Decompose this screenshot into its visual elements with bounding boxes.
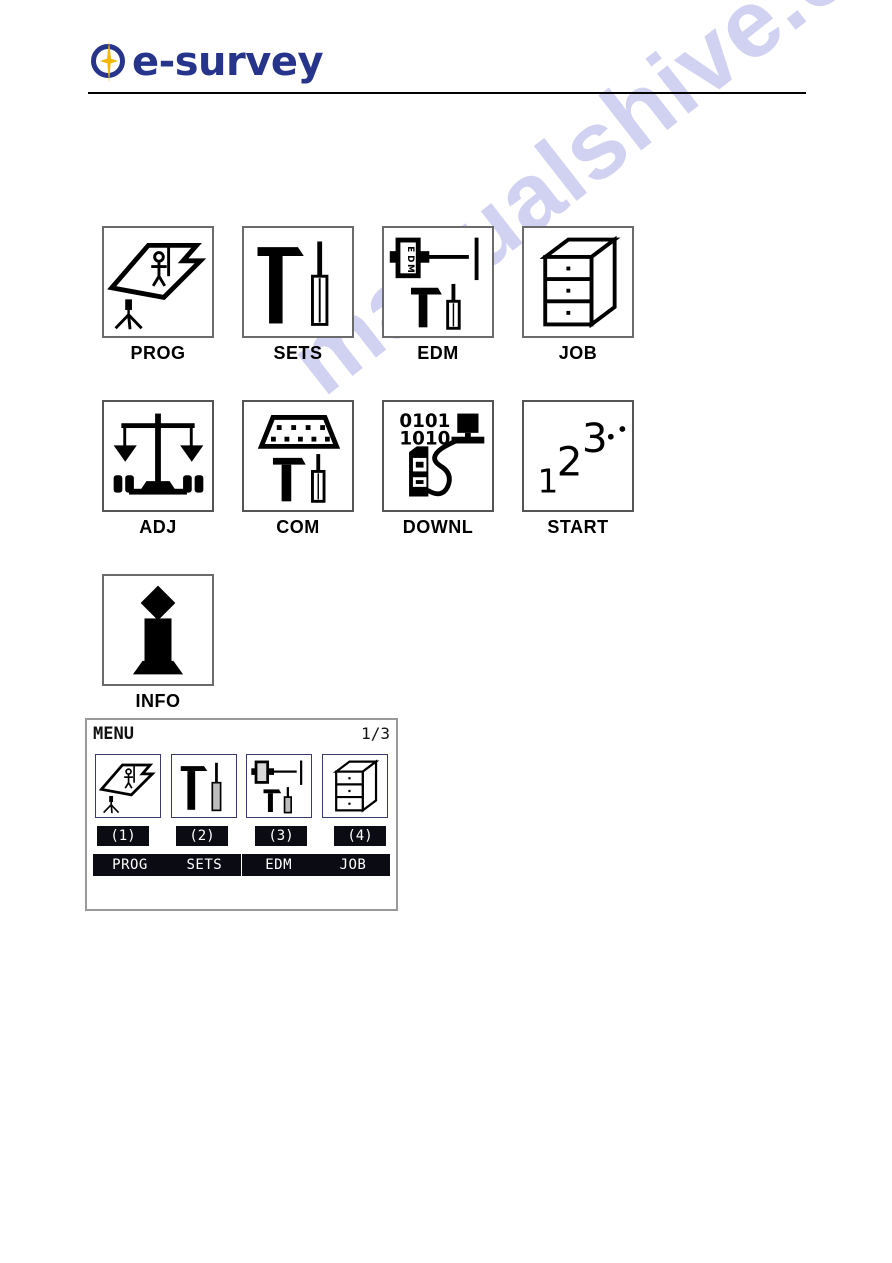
- compass-star-icon: [88, 39, 134, 85]
- icon-item-edm[interactable]: E D M EDM: [368, 226, 508, 364]
- icon-grid: PROG SETS E D M EDM JOB ADJ COM 0101 101…: [88, 226, 708, 748]
- balance-scale-adj-icon: [102, 400, 214, 512]
- lcd-title: MENU: [93, 724, 134, 744]
- number-badge-4[interactable]: (4): [334, 826, 386, 846]
- soft-key-prog[interactable]: PROG: [93, 854, 167, 876]
- soft-key-edm[interactable]: EDM: [241, 854, 316, 876]
- icon-label: EDM: [417, 343, 459, 363]
- lcd-menu-panel: MENU 1/3 (1) (2) (3) (4) PROG SETS EDM J…: [85, 718, 398, 911]
- icon-item-downl[interactable]: 0101 1010 DOWNL: [368, 400, 508, 538]
- svg-text:E: E: [405, 246, 415, 252]
- page-root: manualshive.com e-survey PROG SETS E D M…: [0, 0, 892, 1263]
- number-badge-3[interactable]: (3): [255, 826, 307, 846]
- icon-row-1: PROG SETS E D M EDM JOB: [88, 226, 708, 364]
- lcd-icon-row: [93, 754, 390, 818]
- edm-beam-tools-icon: E D M: [382, 226, 494, 338]
- lcd-edm-beam-tools-icon[interactable]: [246, 754, 313, 818]
- lcd-number-badges: (1) (2) (3) (4): [93, 826, 390, 846]
- icon-label: INFO: [135, 691, 181, 711]
- soft-key-sets[interactable]: SETS: [167, 854, 242, 876]
- icon-item-start[interactable]: 1 2 3 START: [508, 400, 648, 538]
- icon-item-prog[interactable]: PROG: [88, 226, 228, 364]
- icon-item-com[interactable]: COM: [228, 400, 368, 538]
- information-i-icon: [102, 574, 214, 686]
- lcd-soft-key-row: PROG SETS EDM JOB: [93, 854, 390, 876]
- icon-label: DOWNL: [402, 517, 474, 537]
- svg-text:3: 3: [582, 414, 608, 462]
- icon-label: PROG: [130, 343, 186, 363]
- svg-text:D: D: [405, 255, 415, 262]
- svg-text:M: M: [405, 264, 415, 273]
- header-divider: [88, 92, 806, 94]
- icon-item-job[interactable]: JOB: [508, 226, 648, 364]
- hammer-screwdriver-sets-icon: [242, 226, 354, 338]
- number-badge-2[interactable]: (2): [176, 826, 228, 846]
- number-badge-1[interactable]: (1): [97, 826, 149, 846]
- svg-text:1: 1: [538, 463, 559, 501]
- icon-item-sets[interactable]: SETS: [228, 226, 368, 364]
- icon-label: JOB: [558, 343, 598, 363]
- lcd-page-indicator: 1/3: [361, 724, 390, 743]
- page-header: e-survey: [88, 38, 808, 86]
- survey-field-prog-icon: [102, 226, 214, 338]
- svg-text:2: 2: [557, 437, 583, 485]
- icon-label: ADJ: [139, 517, 177, 537]
- icon-label: SETS: [273, 343, 323, 363]
- lcd-header: MENU 1/3: [93, 724, 390, 744]
- download-cable-computer-icon: 0101 1010: [382, 400, 494, 512]
- brand-logo: e-survey: [88, 38, 808, 86]
- icon-label: COM: [276, 517, 320, 537]
- soft-key-job[interactable]: JOB: [315, 854, 390, 876]
- file-cabinet-job-icon: [522, 226, 634, 338]
- lcd-survey-field-prog-icon[interactable]: [95, 754, 161, 818]
- icon-item-info[interactable]: INFO: [88, 574, 228, 712]
- brand-name: e-survey: [132, 39, 324, 85]
- lcd-file-cabinet-job-icon[interactable]: [321, 754, 388, 818]
- icon-item-adj[interactable]: ADJ: [88, 400, 228, 538]
- icon-row-3: INFO: [88, 574, 708, 712]
- numbers-sequence-start-icon: 1 2 3: [522, 400, 634, 512]
- icon-row-2: ADJ COM 0101 1010 DOWNL 1 2 3 START: [88, 400, 708, 538]
- connector-port-com-icon: [242, 400, 354, 512]
- lcd-hammer-screwdriver-sets-icon[interactable]: [170, 754, 237, 818]
- icon-label: START: [547, 517, 609, 537]
